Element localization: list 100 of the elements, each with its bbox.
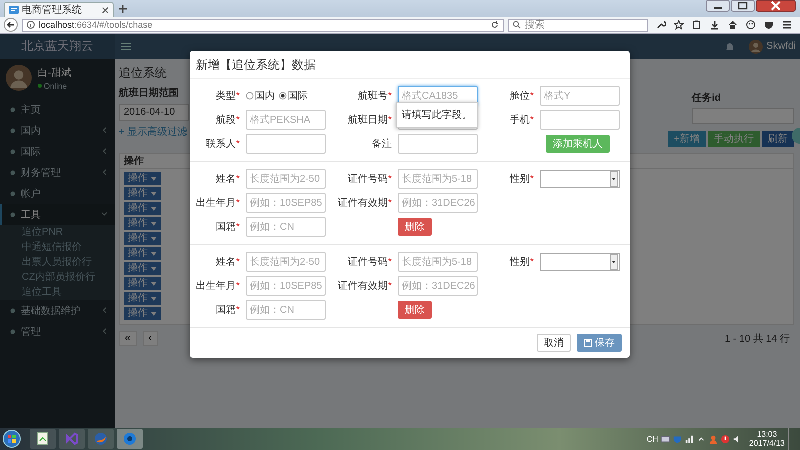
reload-icon[interactable] <box>491 21 499 29</box>
input-field[interactable]: 格式PEKSHA <box>246 110 326 130</box>
add-passenger-button[interactable]: 添加乘机人 <box>546 135 610 153</box>
search-field[interactable]: 搜索 <box>508 18 648 32</box>
row-action-button[interactable]: 操作 <box>124 307 161 320</box>
radio-icon[interactable] <box>279 92 287 100</box>
column-header[interactable]: 操作 <box>124 154 144 168</box>
network-icon[interactable] <box>685 434 694 444</box>
input-field[interactable]: 例如：10SEP85 <box>246 276 326 296</box>
input-field[interactable]: 例如：10SEP85 <box>246 193 326 213</box>
plus-icon[interactable] <box>119 5 127 13</box>
dialog-button[interactable]: 取消 <box>537 334 571 352</box>
advanced-filter-link[interactable]: + 显示高级过滤 <box>119 125 188 139</box>
pager-button[interactable]: ‹ <box>142 331 158 346</box>
radio-option[interactable]: 国内 <box>246 89 275 103</box>
star-icon[interactable] <box>674 20 684 30</box>
toolbar-button[interactable]: +新增 <box>668 131 706 147</box>
date-field[interactable]: 2016-04-10 <box>119 104 189 121</box>
input-field[interactable]: 长度范围为5-18 <box>398 169 478 189</box>
row-action-button[interactable]: 操作 <box>124 277 161 290</box>
row-action-button[interactable]: 操作 <box>124 262 161 275</box>
clock-date[interactable]: 2017/4/13 <box>749 439 785 448</box>
dropdown-icon[interactable] <box>610 171 618 187</box>
keyboard-icon[interactable] <box>661 434 670 444</box>
close-icon[interactable] <box>102 6 109 14</box>
field-label: 类型* <box>216 90 240 103</box>
maximize-icon[interactable] <box>731 0 755 12</box>
floppy-icon <box>584 339 592 347</box>
address-bar[interactable]: localhost:6634/#/tools/chase <box>22 18 504 32</box>
task-id-field[interactable] <box>692 108 794 124</box>
input-field[interactable]: 长度范围为5-18 <box>398 252 478 272</box>
wrench-icon[interactable] <box>656 20 666 30</box>
dropdown-icon[interactable] <box>610 254 618 270</box>
input-field[interactable]: 例如：31DEC26 <box>398 193 478 213</box>
sidebar-item[interactable]: 帐户 <box>0 183 115 204</box>
input-field[interactable]: 例如：31DEC26 <box>398 276 478 296</box>
smiley-icon[interactable] <box>746 20 756 30</box>
clipboard-icon[interactable] <box>692 20 702 30</box>
circle-icon <box>10 170 16 176</box>
toolbar-button[interactable]: 手动执行 <box>708 131 760 147</box>
browser-tab[interactable]: 电商管理系统 <box>4 2 114 17</box>
user-name[interactable]: Skwfdi <box>766 41 796 52</box>
delete-button[interactable]: 删除 <box>398 218 432 236</box>
brand-name[interactable]: 北京蓝天翔云 <box>0 34 115 59</box>
toolbar-button[interactable]: 刷新 <box>762 131 794 147</box>
input-field[interactable] <box>540 110 620 130</box>
start-button[interactable] <box>3 430 21 448</box>
input-field[interactable]: 长度范围为2-50 <box>246 169 326 189</box>
minimize-icon[interactable] <box>706 0 730 12</box>
alert-icon[interactable] <box>721 434 730 444</box>
shield-icon[interactable] <box>764 20 774 30</box>
dialog-button[interactable]: 保存 <box>577 334 622 352</box>
input-field[interactable]: 长度范围为2-50 <box>246 252 326 272</box>
pager-button[interactable]: « <box>119 331 137 346</box>
caret-icon <box>151 206 157 210</box>
language-indicator[interactable]: CH <box>646 434 658 444</box>
sidebar-item[interactable]: 管理 <box>0 321 115 342</box>
sidebar-item[interactable]: 主页 <box>0 99 115 120</box>
delete-button[interactable]: 删除 <box>398 301 432 319</box>
radio-icon[interactable] <box>246 92 254 100</box>
sidebar-item[interactable]: 国内 <box>0 120 115 141</box>
select-field[interactable] <box>540 170 620 188</box>
taskbar-button[interactable] <box>30 429 56 449</box>
field-label: 证件有效期* <box>338 196 392 210</box>
online-status: Online <box>38 82 72 90</box>
field-label: 证件有效期* <box>338 280 392 293</box>
dialog-title: 新增【追位系统】数据 <box>190 51 630 79</box>
field-label: 航段* <box>216 114 240 127</box>
radio-option[interactable]: 国际 <box>279 89 308 103</box>
row-action-button[interactable]: 操作 <box>124 232 161 245</box>
page-summary: 1 - 10 共 14 行 <box>724 332 790 346</box>
input-field[interactable]: 例如：CN <box>246 217 326 237</box>
sidebar-item[interactable]: 基础数据维护 <box>0 300 115 321</box>
field-label: 证件号码* <box>348 173 392 186</box>
input-field[interactable] <box>246 134 326 154</box>
row-action-button[interactable]: 操作 <box>124 247 161 260</box>
select-field[interactable] <box>540 253 620 271</box>
row-action-button[interactable]: 操作 <box>124 172 161 185</box>
sidebar-item[interactable]: 财务管理 <box>0 162 115 183</box>
close-icon[interactable] <box>756 0 796 12</box>
back-icon[interactable] <box>4 18 18 32</box>
field-label: 证件号码* <box>348 256 392 269</box>
task-id-label: 任务id <box>692 92 722 105</box>
download-icon[interactable] <box>710 20 720 30</box>
row-action-button[interactable]: 操作 <box>124 217 161 230</box>
row-action-button[interactable]: 操作 <box>124 202 161 215</box>
input-field[interactable] <box>398 134 478 154</box>
menu-icon[interactable] <box>782 20 792 30</box>
sidebar-item[interactable]: 国际 <box>0 141 115 162</box>
clock-time[interactable]: 13:03 <box>757 430 778 439</box>
taskbar-button[interactable] <box>117 429 143 449</box>
row-action-button[interactable]: 操作 <box>124 292 161 305</box>
input-field[interactable]: 例如：CN <box>246 300 326 320</box>
home-icon[interactable] <box>728 20 738 30</box>
input-field[interactable]: 格式Y <box>540 86 620 106</box>
bell-icon[interactable] <box>724 42 735 52</box>
field-label: 航班日期* <box>348 114 392 127</box>
circle-icon <box>10 212 16 218</box>
row-action-button[interactable]: 操作 <box>124 187 161 200</box>
circle-icon <box>10 128 16 134</box>
